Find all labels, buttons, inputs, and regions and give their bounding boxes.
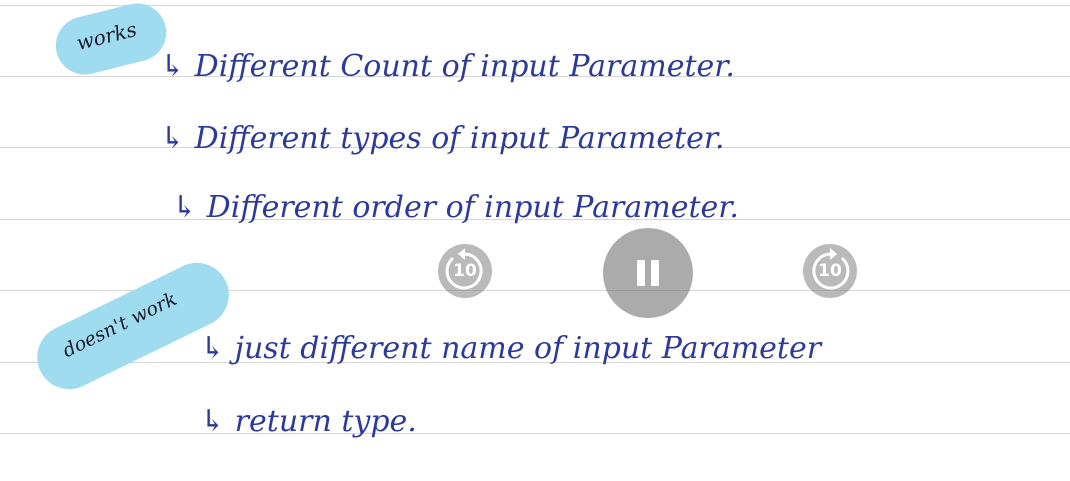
works-item-1: ↳ Different Count of input Parameter. — [160, 49, 735, 84]
notes-canvas: works ↳ Different Count of input Paramet… — [0, 0, 1070, 481]
rewind-10-button[interactable]: 10 — [438, 244, 492, 298]
pause-bar-left — [637, 260, 645, 286]
pause-bar-right — [651, 260, 659, 286]
forward-10-label: 10 — [818, 261, 842, 281]
works-item-3: ↳ Different order of input Parameter. — [172, 190, 739, 225]
pause-button[interactable] — [603, 228, 693, 318]
rewind-10-label: 10 — [453, 261, 477, 281]
ruled-line — [0, 433, 1070, 434]
forward-10-button[interactable]: 10 — [803, 244, 857, 298]
ruled-line — [0, 5, 1070, 6]
works-item-2: ↳ Different types of input Parameter. — [160, 121, 725, 156]
doesnt-work-item-2: ↳ return type. — [200, 404, 417, 439]
doesnt-work-item-1: ↳ just different name of input Parameter — [200, 331, 822, 366]
pause-icon — [603, 228, 693, 318]
